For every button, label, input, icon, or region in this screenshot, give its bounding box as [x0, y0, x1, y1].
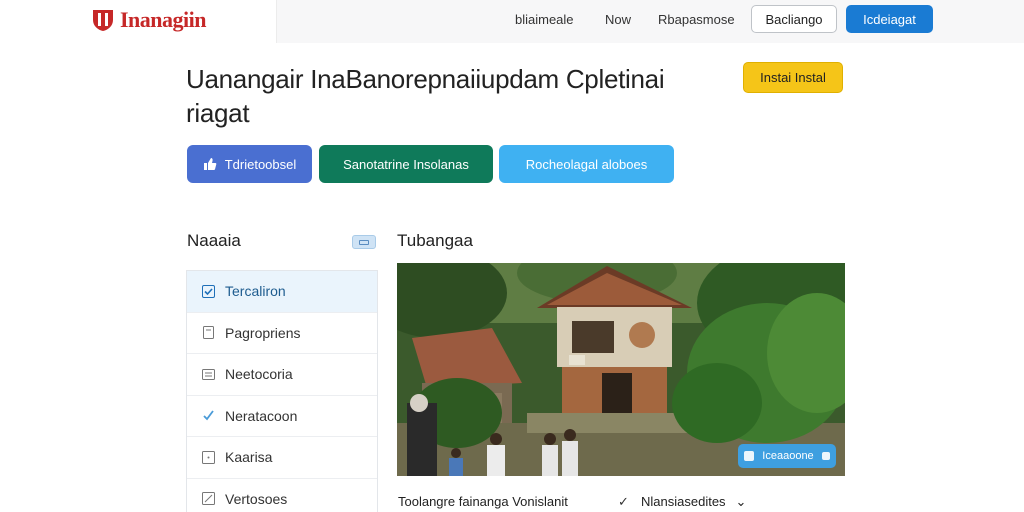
action-button-3-label: Rocheolagal aloboes — [525, 156, 648, 172]
edit-icon — [201, 492, 215, 506]
photo-badge-button[interactable]: Iceaaoone — [738, 444, 836, 468]
action-button-2[interactable]: Sanotatrine Insolanas — [319, 145, 493, 183]
sidebar-item-1[interactable]: Tercaliron — [187, 271, 377, 313]
action-button-1-label: Tdrietoobsel — [224, 156, 297, 172]
logo-text: Inanagiin — [120, 7, 207, 32]
sidebar-heading: Naaaia — [187, 231, 241, 250]
sidebar-item-6[interactable]: Vertosoes — [187, 479, 377, 512]
filter-select[interactable]: Nlansiasedites ⌄ — [641, 494, 746, 510]
nav-link-2[interactable]: Now — [605, 12, 631, 27]
content-heading: Tubangaa — [397, 231, 473, 250]
image-icon — [201, 450, 215, 464]
sidebar-item-3-label: Neetocoria — [225, 366, 293, 383]
sidebar-item-6-label: Vertosoes — [225, 490, 288, 507]
logo[interactable]: Inanagiin — [92, 6, 207, 34]
action-button-3[interactable]: Rocheolagal aloboes — [499, 145, 674, 183]
document-icon — [201, 326, 215, 340]
sidebar-item-4[interactable]: Neratacoon — [187, 396, 377, 437]
expand-icon — [821, 452, 830, 460]
install-button[interactable]: Instai Instal — [743, 62, 843, 93]
panel-icon — [359, 239, 369, 245]
header-primary-button[interactable]: Icdeiagat — [846, 5, 933, 33]
sidebar-item-3[interactable]: Neetocoria — [187, 354, 377, 396]
sidebar-toggle-button[interactable] — [352, 235, 376, 249]
sidebar-item-5[interactable]: Kaarisa — [187, 437, 377, 479]
checkbox-icon — [201, 284, 215, 298]
check-icon: ✓ — [618, 494, 629, 509]
action-button-2-label: Sanotatrine Insolanas — [343, 156, 469, 172]
sidebar-item-4-label: Neratacoon — [225, 407, 298, 424]
sidebar-item-2-label: Pagropriens — [225, 324, 301, 341]
filter-select-value: Nlansiasedites — [641, 494, 726, 509]
header-outline-button[interactable]: Bacliango — [751, 5, 837, 33]
page-title-line-1: Uanangair InaBanorepnaiiupdam Cpletinai — [186, 64, 665, 94]
action-button-1[interactable]: Tdrietoobsel — [187, 145, 312, 183]
check-icon — [201, 409, 215, 423]
list-icon — [201, 367, 215, 381]
photo-badge-label: Iceaaoone — [762, 450, 814, 462]
sidebar-item-5-label: Kaarisa — [225, 449, 273, 466]
nav-link-1[interactable]: bliaimeale — [515, 12, 574, 27]
chevron-down-icon: ⌄ — [735, 494, 747, 509]
thumbs-up-icon — [203, 158, 217, 170]
shield-logo-icon — [93, 10, 113, 31]
chat-icon — [744, 451, 754, 461]
sidebar-item-2[interactable]: Pagropriens — [187, 313, 377, 354]
nav-link-3[interactable]: Rbapasmose — [658, 12, 735, 27]
sidebar-item-1-label: Tercaliron — [225, 283, 286, 300]
page-title: Uanangair InaBanorepnaiiupdam Cpletinai … — [186, 62, 706, 130]
photo-caption: Toolangre fainanga Vonislanit — [398, 494, 568, 509]
page-title-line-2: riagat — [186, 98, 250, 128]
sidebar-list: Tercaliron Pagropriens Neetocoria Nerata… — [186, 270, 378, 512]
